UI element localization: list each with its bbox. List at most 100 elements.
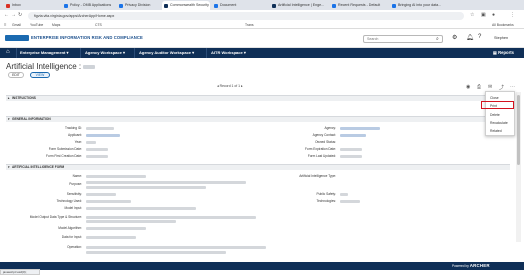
menu-item-related[interactable]: Related bbox=[490, 129, 502, 133]
bell-icon[interactable]: 🔔︎ bbox=[466, 34, 474, 41]
search-input[interactable]: Search bbox=[363, 35, 443, 43]
search-icon[interactable]: ⌕ bbox=[436, 36, 439, 42]
collapse-icon: ▾ bbox=[8, 117, 10, 121]
browser-tab[interactable]: Recent Requests - Default bbox=[330, 1, 388, 10]
redacted-record-name bbox=[83, 64, 96, 69]
edit-button[interactable]: EDIT bbox=[8, 72, 24, 78]
page-title: Artificial Intelligence : bbox=[6, 62, 96, 71]
actions-dropdown-menu: Close Print Delete Recalculate Related bbox=[485, 91, 515, 136]
forward-icon[interactable]: → bbox=[11, 12, 16, 18]
nav-aitr-workspace[interactable]: AITR Workspace ▾ bbox=[211, 48, 246, 58]
field-value bbox=[86, 126, 114, 130]
field-value-link[interactable] bbox=[340, 126, 380, 130]
user-menu[interactable]: Stephen bbox=[494, 36, 508, 40]
home-icon[interactable]: ⌂ bbox=[6, 49, 10, 55]
field-label: Owned Status: bbox=[315, 140, 336, 144]
apps-icon[interactable]: ⠿ bbox=[4, 21, 6, 29]
extensions-icon[interactable]: ▣ bbox=[481, 12, 486, 18]
bookmark-youtube[interactable]: YouTube bbox=[30, 21, 43, 29]
profile-icon[interactable]: ● bbox=[492, 12, 495, 18]
footer bbox=[0, 262, 524, 270]
field-value bbox=[340, 192, 348, 196]
print-icon[interactable]: ⎙ bbox=[477, 84, 481, 90]
bookmark-cts[interactable]: CTS bbox=[95, 21, 102, 29]
section-title: INSTRUCTIONS bbox=[12, 96, 36, 100]
field-label: Operation: bbox=[67, 245, 82, 249]
all-bookmarks[interactable]: All Bookmarks bbox=[492, 21, 514, 29]
reports-label: Reports bbox=[498, 50, 514, 55]
section-instructions[interactable]: ▸ INSTRUCTIONS bbox=[6, 95, 510, 101]
menu-item-close[interactable]: Close bbox=[490, 96, 499, 100]
field-label: Agency Contact: bbox=[312, 133, 336, 137]
browser-tab[interactable]: Policy - OMB Applications bbox=[62, 1, 114, 10]
tab-label: Commonwealth Security and bbox=[170, 3, 210, 7]
field-label: Technology Used: bbox=[56, 199, 82, 203]
field-value bbox=[86, 251, 226, 254]
browser-tab[interactable]: Artificial Intelligence | Enge... bbox=[270, 1, 328, 10]
section-ai-form[interactable]: ▾ ARTIFICIAL INTELLIGENCE FORM bbox=[6, 164, 510, 170]
view-button[interactable]: VIEW bbox=[30, 72, 50, 78]
tab-favicon-icon bbox=[332, 3, 336, 8]
save-icon[interactable]: ◉ bbox=[466, 84, 470, 90]
browser-tab[interactable]: Bringing AI into your data... bbox=[390, 1, 448, 10]
collapse-icon: ▾ bbox=[8, 165, 10, 169]
record-pager[interactable]: ◂ Record 1 of 1 ▸ bbox=[217, 84, 243, 88]
powered-by: Powered by ARCHER bbox=[452, 263, 490, 269]
logo bbox=[5, 35, 29, 41]
browser-tab[interactable]: Document bbox=[212, 1, 267, 10]
menu-item-recalculate[interactable]: Recalculate bbox=[490, 121, 508, 125]
tab-favicon-icon bbox=[272, 3, 276, 8]
bookmark-trans[interactable]: Trans bbox=[245, 21, 254, 29]
section-general-information[interactable]: ▾ GENERAL INFORMATION bbox=[6, 116, 510, 122]
field-value-link[interactable] bbox=[340, 133, 366, 137]
tab-favicon-icon bbox=[214, 3, 218, 8]
field-label: Form Last Updated: bbox=[307, 154, 336, 158]
nav-agency-auditor-workspace[interactable]: Agency Auditor Workspace ▾ bbox=[139, 48, 194, 58]
field-value bbox=[86, 174, 146, 178]
field-label: Model Input: bbox=[64, 206, 82, 210]
collapse-icon: ▸ bbox=[8, 96, 10, 100]
browser-menu-icon[interactable]: ⋮ bbox=[510, 12, 515, 18]
field-value bbox=[340, 199, 360, 203]
scrollbar-thumb[interactable] bbox=[517, 95, 520, 165]
page-title-text: Artificial Intelligence : bbox=[6, 62, 82, 71]
tab-label: Privacy Division bbox=[125, 3, 151, 7]
share-icon[interactable]: ⤴ bbox=[499, 84, 504, 91]
browser-tab[interactable]: Inbox bbox=[4, 1, 59, 10]
field-value bbox=[86, 245, 266, 249]
field-value bbox=[86, 154, 108, 158]
nav-divider bbox=[16, 48, 17, 58]
nav-divider bbox=[206, 48, 207, 58]
more-actions-icon[interactable]: ⋯ bbox=[510, 84, 515, 90]
bookmark-maps[interactable]: Maps bbox=[52, 21, 60, 29]
field-label: Sensitivity: bbox=[66, 192, 82, 196]
browser-tab[interactable]: Privacy Division bbox=[117, 1, 159, 10]
field-value bbox=[86, 206, 196, 210]
gear-icon[interactable]: ⚙ bbox=[452, 34, 457, 41]
field-label: Agency: bbox=[324, 126, 336, 130]
logo-text: ENTERPRISE INFORMATION RISK AND COMPLIAN… bbox=[31, 35, 143, 40]
tab-favicon-icon bbox=[119, 3, 123, 8]
back-icon[interactable]: ← bbox=[4, 12, 9, 18]
field-label: Form Expiration Date: bbox=[304, 147, 336, 151]
field-label: Artificial Intelligence Type: bbox=[299, 174, 336, 178]
email-icon[interactable]: ✉ bbox=[488, 84, 492, 90]
bookmark-star-icon[interactable]: ☆ bbox=[470, 12, 474, 18]
reports-link[interactable]: ▤ Reports bbox=[493, 48, 514, 58]
tab-label: Policy - OMB Applications bbox=[70, 3, 112, 7]
nav-agency-workspace[interactable]: Agency Workspace ▾ bbox=[85, 48, 125, 58]
field-value bbox=[86, 226, 146, 230]
powered-by-label: Powered by bbox=[452, 264, 469, 268]
address-bar[interactable]: figvta.vita.virginia.gov/apps/ArcherApp/… bbox=[28, 11, 464, 20]
field-value bbox=[86, 147, 108, 151]
browser-status-bar: javascript:void(0); bbox=[0, 269, 40, 275]
nav-enterprise-management[interactable]: Enterprise Management ▾ bbox=[20, 48, 68, 58]
menu-item-delete[interactable]: Delete bbox=[490, 113, 500, 117]
reload-icon[interactable]: ↻ bbox=[18, 12, 22, 18]
bookmark-gmail[interactable]: Gmail bbox=[12, 21, 21, 29]
field-value bbox=[340, 154, 362, 158]
help-icon[interactable]: ? bbox=[478, 34, 481, 40]
field-value-link[interactable] bbox=[86, 133, 120, 137]
browser-tab[interactable]: Commonwealth Security and bbox=[162, 1, 210, 10]
field-label: Form First Creation Date: bbox=[46, 154, 82, 158]
